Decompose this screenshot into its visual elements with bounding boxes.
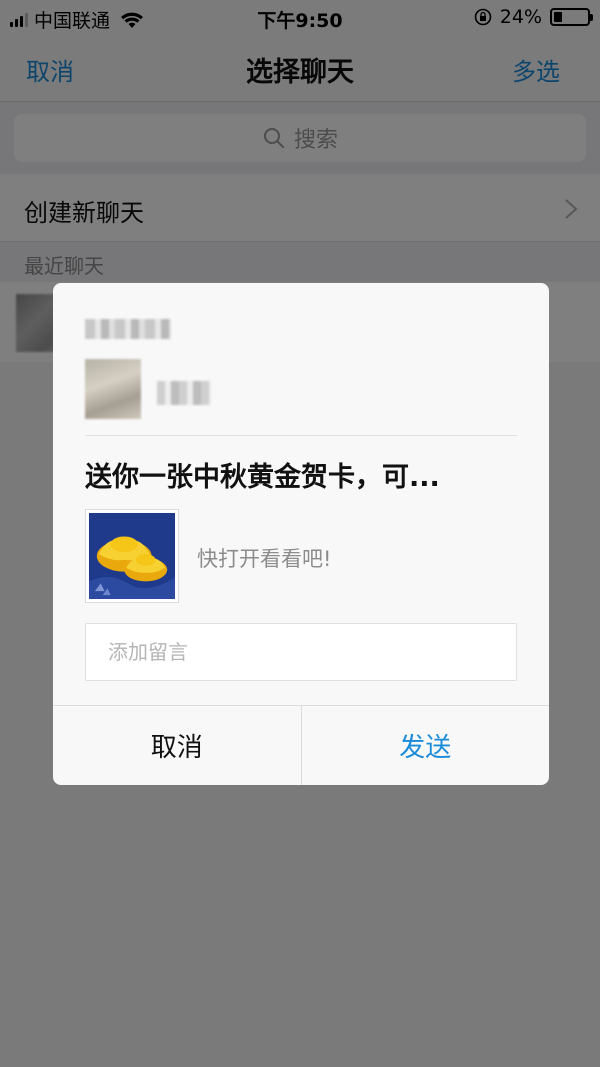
- recipient-label: [157, 381, 211, 405]
- dialog-divider: [85, 435, 517, 436]
- message-description: 快打开看看吧!: [197, 547, 332, 571]
- dialog-actions: 取消 发送: [53, 705, 549, 785]
- message-thumbnail: [85, 509, 179, 603]
- recipient-avatar: [85, 359, 141, 419]
- dialog-send-button[interactable]: 发送: [302, 706, 550, 785]
- dialog-cancel-button[interactable]: 取消: [53, 706, 302, 785]
- recipient-name: [85, 319, 171, 339]
- share-dialog: 送你一张中秋黄金贺卡，可... 快打开看看吧! 取消 发送: [53, 283, 549, 785]
- gold-ingot-image: [89, 513, 175, 599]
- gold-ingot-icon: [89, 513, 175, 599]
- message-title: 送你一张中秋黄金贺卡，可...: [85, 462, 440, 493]
- add-note-input[interactable]: [85, 623, 517, 681]
